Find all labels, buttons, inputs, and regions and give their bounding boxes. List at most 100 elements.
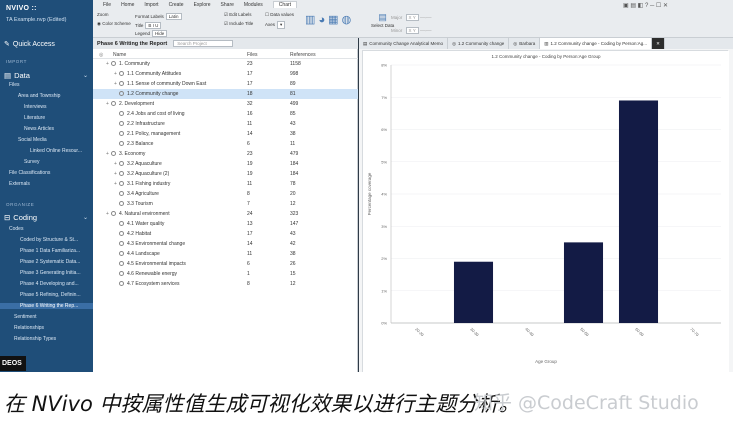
list-item[interactable]: 3.4 Agriculture 8 20	[93, 189, 358, 199]
list-item[interactable]: 1.2 Community change 18 81	[93, 89, 358, 99]
menu-import[interactable]: Import	[144, 2, 158, 8]
code-node-icon	[119, 161, 124, 167]
sidebar-item-codes[interactable]: Codes	[9, 226, 95, 232]
menu-home[interactable]: Home	[121, 2, 134, 8]
sidebar-item-sentiment[interactable]: Sentiment	[14, 314, 100, 320]
search-input[interactable]: Search Project	[173, 40, 234, 47]
sidebar-item-area-and-township[interactable]: Area and Township	[18, 93, 104, 99]
code-name: 4. Natural environment	[119, 211, 170, 217]
expand-icon[interactable]: +	[105, 151, 110, 157]
axes-select[interactable]: Axes ▾	[265, 21, 286, 29]
code-name: 3.3 Tourism	[127, 201, 153, 207]
column-header-files[interactable]: Files	[247, 52, 258, 58]
list-item[interactable]: 4.3 Environmental change 14 42	[93, 239, 358, 249]
quick-access-button[interactable]: ✎ Quick Access	[4, 38, 90, 50]
tab-1[interactable]: ▤ Community Change Analytical Memo	[359, 38, 449, 49]
tab-2[interactable]: ◎ 1.2 Community change	[448, 38, 510, 49]
expand-icon[interactable]: +	[105, 101, 110, 107]
references-count: 12	[290, 201, 296, 207]
code-node-icon	[119, 91, 124, 97]
list-item[interactable]: 2.2 Infrastructure 11 43	[93, 119, 358, 129]
ribbon-toolbar: File Home Import Create Explore Share Modules C…	[93, 0, 733, 38]
list-item[interactable]: 4.7 Ecosystem services 8 12	[93, 279, 358, 289]
list-item[interactable]: +2. Development 32 499	[93, 99, 358, 109]
list-item[interactable]: +1.1 Sense of community Down East 17 89	[93, 79, 358, 89]
list-item[interactable]: +1.1 Community Attitudes 17 998	[93, 69, 358, 79]
menu-modules[interactable]: Modules	[244, 2, 263, 8]
references-count: 78	[290, 181, 296, 187]
list-item[interactable]: 2.3 Balance 6 11	[93, 139, 358, 149]
list-item[interactable]: +3.1 Fishing industry 11 78	[93, 179, 358, 189]
list-item[interactable]: +3. Economy 23 479	[93, 149, 358, 159]
sidebar-item-relationships[interactable]: Relationships	[14, 325, 100, 331]
chart-type-icons[interactable]: ▥ ◕ ▦ ◍	[305, 13, 351, 26]
window-controls[interactable]: ▣ ▤ ◧ ? ─ ☐ ✕	[623, 2, 668, 9]
list-item[interactable]: 2.4 Jobs and cost of living 16 85	[93, 109, 358, 119]
code-node-icon	[119, 141, 124, 147]
list-item[interactable]: 2.1 Policy, management 14 38	[93, 129, 358, 139]
title-select[interactable]: Title B I U	[135, 22, 162, 29]
sidebar-item-social-media[interactable]: Social Media	[18, 137, 104, 143]
files-count: 32	[247, 101, 253, 107]
list-item[interactable]: 4.2 Habitat 17 43	[93, 229, 358, 239]
coding-section-button[interactable]: ⊟ Coding ⌄	[4, 211, 90, 223]
expand-icon[interactable]: +	[113, 181, 118, 187]
list-item[interactable]: 3.3 Tourism 7 12	[93, 199, 358, 209]
format-labels-select[interactable]: Format Labels Latin	[135, 13, 182, 20]
files-count: 16	[247, 111, 253, 117]
legend-select[interactable]: Legend Hide	[135, 30, 168, 37]
code-node-icon	[119, 191, 124, 197]
close-tab-icon[interactable]: ✕	[652, 38, 665, 49]
pin-icon: ✎	[4, 41, 10, 48]
database-icon: ▤	[4, 70, 12, 80]
sidebar-item-file-classifications[interactable]: File Classifications	[9, 170, 95, 176]
include-title-toggle[interactable]: ☑ Include Title	[224, 21, 253, 27]
data-values-toggle[interactable]: ☐ Data values	[265, 12, 294, 18]
expand-icon[interactable]: +	[113, 171, 118, 177]
code-node-icon	[119, 271, 124, 277]
references-count: 479	[290, 151, 299, 157]
column-header-name[interactable]: Name	[113, 52, 126, 58]
list-item[interactable]: 4.5 Environmental impacts 6 26	[93, 259, 358, 269]
list-item[interactable]: +3.2 Aquaculture (2) 19 184	[93, 169, 358, 179]
menu-chart[interactable]: Chart	[272, 1, 298, 8]
expand-icon[interactable]: +	[105, 211, 110, 217]
zoom-control[interactable]: Zoom	[97, 12, 109, 17]
chart-background	[363, 51, 729, 372]
sidebar-item-externals[interactable]: Externals	[9, 181, 95, 187]
minor-gridlines-control[interactable]: Minor X Y ‒‒◦‒‒	[391, 27, 432, 34]
code-name: 4.4 Landscape	[127, 251, 160, 257]
list-item[interactable]: 4.1 Water quality 13 147	[93, 219, 358, 229]
list-item[interactable]: 4.4 Landscape 11 38	[93, 249, 358, 259]
list-item[interactable]: +1. Community 23 1158	[93, 59, 358, 69]
app-logo: NVIVO ::	[6, 5, 37, 12]
expand-icon[interactable]: +	[113, 71, 118, 77]
color-scheme-button[interactable]: ◉ Color Scheme	[97, 21, 131, 27]
references-count: 26	[290, 261, 296, 267]
sidebar-item-phase-6-writing-the-rep[interactable]: Phase 6 Writing the Rep...	[0, 303, 93, 309]
sidebar-item-files[interactable]: Files	[9, 82, 95, 88]
menu-create[interactable]: Create	[169, 2, 184, 8]
bar-chart: 1.2 Community change - Coding by Person:…	[363, 51, 729, 372]
edit-labels-toggle[interactable]: ☑ Edit Labels	[224, 12, 252, 18]
expand-icon[interactable]: +	[113, 81, 118, 87]
sidebar-item-relationship-types[interactable]: Relationship Types	[14, 336, 100, 342]
expand-icon[interactable]: +	[105, 61, 110, 67]
tab-4[interactable]: ▥ 1.2 Community change - Coding by Person…	[540, 38, 653, 49]
code-name: 4.5 Environmental impacts	[127, 261, 186, 267]
tab-3[interactable]: ◎ Barbara	[509, 38, 541, 49]
list-item[interactable]: +3.2 Aquaculture 19 184	[93, 159, 358, 169]
files-count: 19	[247, 171, 253, 177]
menu-file[interactable]: File	[103, 2, 111, 8]
major-gridlines-control[interactable]: Major X Y ‒‒◦‒‒	[391, 14, 432, 21]
expand-icon[interactable]: +	[113, 161, 118, 167]
column-header-references[interactable]: References	[290, 52, 316, 58]
menu-explore[interactable]: Explore	[194, 2, 211, 8]
list-item[interactable]: +4. Natural environment 24 323	[93, 209, 358, 219]
list-item[interactable]: 4.6 Renewable energy 1 15	[93, 269, 358, 279]
code-name: 1. Community	[119, 61, 150, 67]
navigation-sidebar: NVIVO :: TA Example.nvp (Edited) ✎ Quick…	[0, 0, 93, 372]
menu-share[interactable]: Share	[221, 2, 234, 8]
data-section-button[interactable]: ▤ Data ⌄	[4, 69, 90, 81]
references-count: 38	[290, 251, 296, 257]
